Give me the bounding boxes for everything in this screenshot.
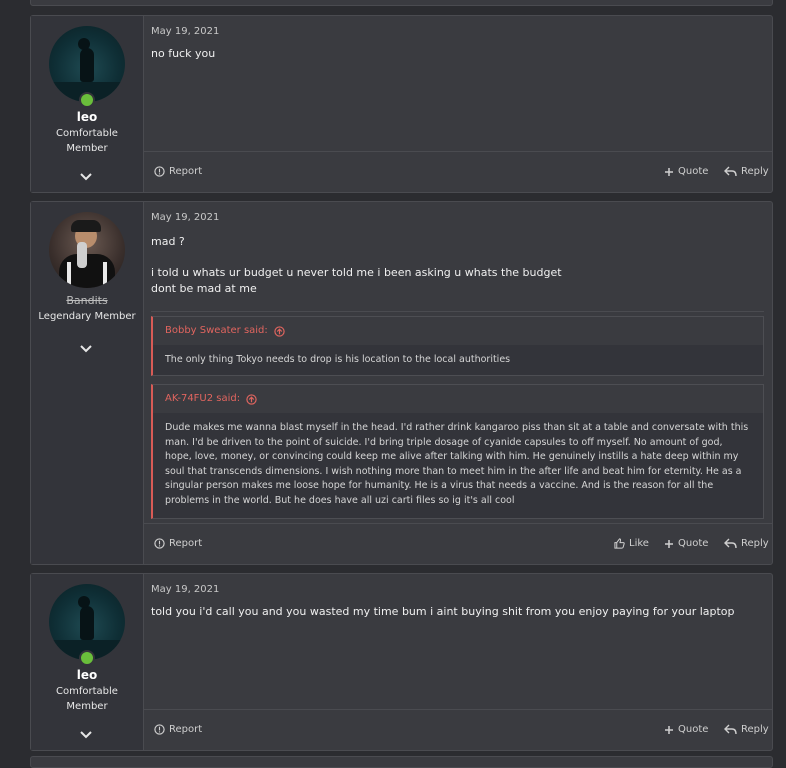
reply-button[interactable]: Reply [724,724,769,735]
report-label: Report [169,724,203,735]
arrow-up-circle-icon[interactable] [274,325,285,337]
post-date[interactable]: May 19, 2021 [151,212,219,223]
avatar[interactable] [49,26,125,102]
user-title-line2: Member [66,143,108,154]
quote-label: Quote [678,166,709,177]
post-content: May 19, 2021 no fuck you Report Quote Re… [144,16,772,192]
report-icon [154,166,165,177]
report-button[interactable]: Report [154,724,202,735]
post-date[interactable]: May 19, 2021 [151,26,219,37]
post-footer: Report Quote Reply [144,151,772,192]
quote-author[interactable]: AK-74FU2 said: [165,385,240,413]
post: leo Comfortable Member May 19, 2021 told… [30,573,773,751]
post-message: told you i'd call you and you wasted my … [151,605,735,618]
like-label: Like [629,538,649,549]
reply-icon [724,724,737,735]
user-panel: Bandits Legendary Member [31,202,144,564]
username[interactable]: leo [31,110,143,124]
quote-author[interactable]: Bobby Sweater said: [165,317,268,345]
reply-label: Reply [741,166,769,177]
online-indicator-icon [79,650,95,666]
report-label: Report [169,538,203,549]
quote-label: Quote [678,724,709,735]
report-icon [154,538,165,549]
quote-label: Quote [678,538,709,549]
post-content: May 19, 2021 mad ? i told u whats ur bud… [144,202,772,564]
reply-button[interactable]: Reply [724,538,769,549]
plus-icon [665,167,673,176]
quote-text: Dude makes me wanna blast myself in the … [165,422,749,506]
report-label: Report [169,166,203,177]
next-post-stub [30,756,773,768]
like-button[interactable]: Like [614,538,649,549]
arrow-up-circle-icon[interactable] [246,393,257,405]
report-button[interactable]: Report [154,538,202,549]
post-message: no fuck you [151,47,216,60]
quote-header[interactable]: Bobby Sweater said: [153,317,763,345]
user-title-line1: Comfortable [56,128,118,139]
online-indicator-icon [79,92,95,108]
report-button[interactable]: Report [154,166,202,177]
post-footer: Report Like Quote Reply [144,523,772,564]
user-panel: leo Comfortable Member [31,16,144,192]
chevron-down-icon[interactable] [79,341,93,355]
username[interactable]: leo [31,668,143,682]
post-message-line: dont be mad at me [151,282,257,295]
previous-post-stub [30,0,773,6]
user-title: Legendary Member [38,311,136,322]
avatar[interactable] [49,212,125,288]
reply-icon [724,166,737,177]
quote-button[interactable]: Quote [664,166,708,177]
reply-button[interactable]: Reply [724,166,769,177]
user-title-line2: Member [66,701,108,712]
quote-block: Bobby Sweater said: The only thing Tokyo… [151,316,764,376]
username[interactable]: Bandits [31,294,143,307]
chevron-down-icon[interactable] [79,727,93,741]
plus-icon [665,539,673,548]
quote-header[interactable]: AK-74FU2 said: [153,385,763,413]
reply-label: Reply [741,724,769,735]
reply-icon [724,538,737,549]
quote-text: The only thing Tokyo needs to drop is hi… [165,354,511,365]
post-content: May 19, 2021 told you i'd call you and y… [144,574,772,750]
quote-block: AK-74FU2 said: Dude makes me wanna blast… [151,384,764,519]
quote-button[interactable]: Quote [664,538,708,549]
like-icon [614,538,625,549]
avatar[interactable] [49,584,125,660]
post: leo Comfortable Member May 19, 2021 no f… [30,15,773,193]
chevron-down-icon[interactable] [79,169,93,183]
user-title-line1: Comfortable [56,686,118,697]
post: Bandits Legendary Member May 19, 2021 ma… [30,201,773,565]
divider [151,311,764,312]
post-footer: Report Quote Reply [144,709,772,750]
report-icon [154,724,165,735]
post-message-line: mad ? [151,235,185,248]
plus-icon [665,725,673,734]
post-date[interactable]: May 19, 2021 [151,584,219,595]
post-message-line: i told u whats ur budget u never told me… [151,266,562,279]
reply-label: Reply [741,538,769,549]
quote-button[interactable]: Quote [664,724,708,735]
user-panel: leo Comfortable Member [31,574,144,750]
